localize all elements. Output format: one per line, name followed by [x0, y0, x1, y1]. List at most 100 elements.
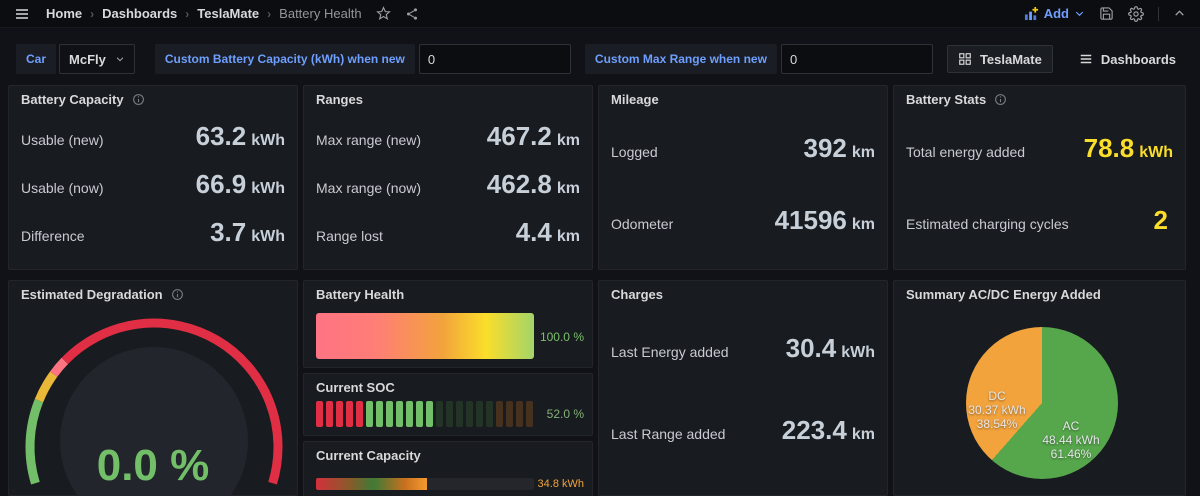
breadcrumb-teslamate[interactable]: TeslaMate: [197, 6, 259, 21]
stat-value: 3.7: [210, 217, 246, 247]
stat-value: 223.4: [782, 415, 847, 445]
panel-title[interactable]: Current Capacity: [316, 448, 421, 463]
stat-unit: km: [557, 132, 580, 149]
stat-row: Max range (new) 467.2km: [316, 121, 580, 152]
soc-cell: [456, 401, 463, 427]
stat-row: Last Range added 223.4km: [611, 415, 875, 446]
panel-title[interactable]: Mileage: [611, 92, 659, 107]
breadcrumb-dashboards[interactable]: Dashboards: [102, 6, 177, 21]
hamburger-icon: [14, 6, 30, 22]
panel-battery-capacity: Battery Capacity Usable (new) 63.2kWh Us…: [8, 85, 298, 270]
car-variable-select[interactable]: McFly: [59, 44, 135, 74]
stat-unit: kWh: [251, 132, 285, 149]
star-icon: [376, 6, 391, 21]
breadcrumb: Home › Dashboards › TeslaMate › Battery …: [46, 6, 362, 21]
pie-slice-name: DC: [942, 389, 1052, 403]
breadcrumb-separator: ›: [90, 7, 94, 21]
stat-unit: km: [852, 426, 875, 443]
stat-row: Usable (now) 66.9kWh: [21, 169, 285, 200]
stat-row: Odometer 41596km: [611, 205, 875, 236]
save-icon: [1099, 6, 1114, 21]
stat-unit: kWh: [251, 180, 285, 197]
battery-health-value: 100.0 %: [540, 330, 584, 344]
breadcrumb-home[interactable]: Home: [46, 6, 82, 21]
panel-title[interactable]: Battery Stats: [906, 92, 986, 107]
chevron-down-icon: [115, 54, 125, 64]
add-panel-icon: [1024, 6, 1039, 21]
info-icon[interactable]: [994, 93, 1007, 106]
panel-battery-health: Battery Health 100.0 %: [303, 280, 593, 368]
panel-current-capacity: Current Capacity 34.8 kWh: [303, 441, 593, 496]
panel-title[interactable]: Battery Health: [316, 287, 404, 302]
stat-value: 63.2: [196, 121, 247, 151]
panel-title[interactable]: Ranges: [316, 92, 363, 107]
stat-row: Difference 3.7kWh: [21, 217, 285, 248]
stat-value: 462.8: [487, 169, 552, 199]
stat-value: 4.4: [516, 217, 552, 247]
soc-cell: [466, 401, 473, 427]
battery-health-bar: [316, 313, 534, 359]
add-panel-button[interactable]: Add: [1024, 6, 1085, 21]
info-icon[interactable]: [132, 93, 145, 106]
stat-row: Max range (now) 462.8km: [316, 169, 580, 200]
soc-cell: [486, 401, 493, 427]
stat-value: 392: [803, 133, 846, 163]
soc-cell: [516, 401, 523, 427]
soc-cell: [426, 401, 433, 427]
apps-grid-icon: [958, 52, 972, 66]
collapse-topbar-button[interactable]: [1173, 7, 1186, 20]
soc-cell: [376, 401, 383, 427]
dashboards-link-label: Dashboards: [1101, 52, 1176, 67]
degradation-gauge-value: 0.0 %: [9, 441, 297, 491]
current-soc-bar: [316, 401, 533, 427]
dashboard-settings-button[interactable]: [1128, 6, 1144, 22]
stat-label: Last Energy added: [611, 344, 729, 360]
share-icon: [405, 7, 419, 21]
gear-icon: [1128, 6, 1144, 22]
panel-battery-stats: Battery Stats Total energy added 78.8kWh…: [893, 85, 1186, 270]
stat-unit: kWh: [251, 228, 285, 245]
soc-cell: [506, 401, 513, 427]
soc-cell: [416, 401, 423, 427]
custom-max-range-label[interactable]: Custom Max Range when new: [585, 44, 777, 74]
breadcrumb-current-page: Battery Health: [279, 6, 361, 21]
stat-label: Range lost: [316, 228, 383, 244]
panel-title[interactable]: Charges: [611, 287, 663, 302]
panel-mileage: Mileage Logged 392km Odometer 41596km: [598, 85, 888, 270]
stat-row: Last Energy added 30.4kWh: [611, 333, 875, 364]
soc-cell: [436, 401, 443, 427]
car-variable-value: McFly: [69, 52, 106, 67]
share-button[interactable]: [405, 7, 419, 21]
stat-unit: kWh: [1139, 144, 1173, 161]
stat-row: Logged 392km: [611, 133, 875, 164]
pie-slice-kwh: 30.37 kWh: [942, 403, 1052, 417]
stat-value: 66.9: [196, 169, 247, 199]
panel-title[interactable]: Summary AC/DC Energy Added: [906, 287, 1101, 302]
dashboards-link-button[interactable]: Dashboards: [1069, 45, 1186, 73]
current-capacity-track: [316, 478, 534, 490]
soc-cell: [476, 401, 483, 427]
pie-label-ac: AC 48.44 kWh 61.46%: [1016, 419, 1126, 461]
custom-battery-capacity-label[interactable]: Custom Battery Capacity (kWh) when new: [155, 44, 415, 74]
custom-max-range-input[interactable]: [781, 44, 933, 74]
soc-cell: [346, 401, 353, 427]
soc-cell: [446, 401, 453, 427]
chevron-down-icon: [1074, 8, 1085, 19]
stat-value: 78.8: [1084, 133, 1135, 163]
stat-label: Estimated charging cycles: [906, 216, 1069, 232]
save-dashboard-button[interactable]: [1099, 6, 1114, 21]
soc-cell: [326, 401, 333, 427]
panel-title[interactable]: Current SOC: [316, 380, 395, 395]
panel-title[interactable]: Battery Capacity: [21, 92, 124, 107]
custom-battery-capacity-input[interactable]: [419, 44, 571, 74]
toolbar-divider: [1158, 7, 1159, 21]
favorite-star-button[interactable]: [376, 6, 391, 21]
menu-toggle-button[interactable]: [14, 6, 30, 22]
stat-row: Range lost 4.4km: [316, 217, 580, 248]
soc-cell: [386, 401, 393, 427]
stat-row: Total energy added 78.8kWh: [906, 133, 1173, 164]
stat-label: Max range (new): [316, 132, 421, 148]
car-variable-label: Car: [16, 44, 56, 74]
teslamate-link-button[interactable]: TeslaMate: [947, 45, 1053, 73]
grafana-dashboard: Home › Dashboards › TeslaMate › Battery …: [0, 0, 1200, 496]
